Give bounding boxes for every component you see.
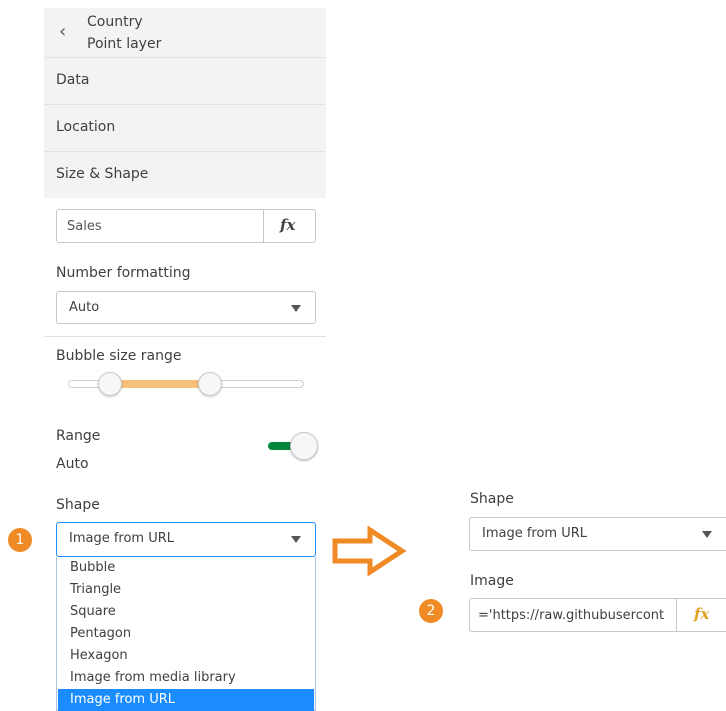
section-size-shape-label: Size & Shape [56, 166, 149, 182]
image-url-value: ='https://raw.githubusercont [478, 608, 665, 623]
bubble-size-range-label: Bubble size range [56, 348, 182, 364]
chevron-down-icon [702, 531, 712, 538]
shape-option-media-library[interactable]: Image from media library [58, 667, 314, 689]
properties-panel: ‹ Country Point layer Data Location Size… [44, 0, 326, 711]
shape-option-hexagon[interactable]: Hexagon [58, 645, 314, 667]
size-expression-value: Sales [67, 219, 102, 234]
range-label: Range [56, 428, 101, 444]
toggle-knob [290, 432, 318, 460]
shape-option-bubble[interactable]: Bubble [58, 557, 314, 579]
size-expression-field[interactable]: Sales fx [56, 209, 316, 243]
divider [676, 599, 677, 631]
layer-subtitle: Point layer [87, 36, 162, 52]
shape-options-list: Bubble Triangle Square Pentagon Hexagon … [56, 557, 316, 711]
slider-selected-range [110, 380, 210, 388]
chevron-down-icon [291, 305, 301, 312]
shape-label: Shape [56, 497, 100, 513]
bubble-size-slider[interactable] [68, 372, 304, 396]
section-location-label: Location [56, 119, 116, 135]
shape-option-square[interactable]: Square [58, 601, 314, 623]
panel-header[interactable]: ‹ Country Point layer [44, 8, 326, 57]
slider-min-handle[interactable] [98, 372, 123, 396]
right-shape-dropdown[interactable]: Image from URL [469, 517, 726, 551]
section-data[interactable]: Data [44, 58, 326, 104]
right-shape-value: Image from URL [482, 526, 588, 541]
fx-icon[interactable]: fx [694, 605, 709, 623]
layer-title: Country [87, 14, 143, 30]
arrow-right-icon [332, 526, 407, 576]
shape-option-pentagon[interactable]: Pentagon [58, 623, 314, 645]
range-toggle[interactable] [268, 432, 318, 460]
back-chevron-icon[interactable]: ‹ [59, 21, 66, 42]
shape-dropdown-value: Image from URL [69, 531, 175, 546]
shape-option-image-from-url[interactable]: Image from URL [58, 689, 314, 711]
slider-max-handle[interactable] [197, 372, 222, 396]
shape-dropdown[interactable]: Image from URL [56, 522, 316, 557]
callout-badge-2: 2 [419, 599, 443, 623]
section-location[interactable]: Location [44, 105, 326, 151]
number-formatting-value: Auto [69, 300, 100, 315]
chevron-down-icon [291, 536, 301, 543]
divider [44, 336, 326, 337]
divider [263, 210, 264, 242]
section-size-shape[interactable]: Size & Shape [44, 152, 326, 198]
shape-option-triangle[interactable]: Triangle [58, 579, 314, 601]
image-url-field[interactable]: ='https://raw.githubusercont fx [469, 598, 726, 632]
right-shape-label: Shape [470, 491, 514, 507]
fx-icon[interactable]: fx [280, 216, 295, 234]
range-value: Auto [56, 456, 89, 472]
section-data-label: Data [56, 72, 90, 88]
number-formatting-dropdown[interactable]: Auto [56, 291, 316, 324]
image-label: Image [470, 573, 514, 589]
number-formatting-label: Number formatting [56, 265, 191, 281]
callout-badge-1: 1 [8, 528, 32, 552]
